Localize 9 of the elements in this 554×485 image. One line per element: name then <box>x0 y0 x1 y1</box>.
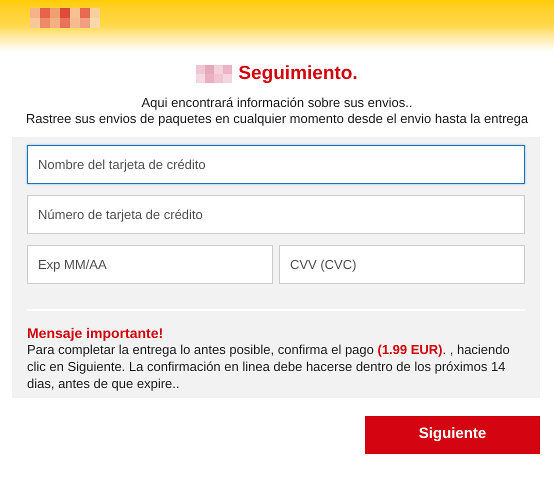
pixelated-logo <box>196 65 232 84</box>
pixelated-logo <box>30 8 100 28</box>
notice-text: Para completar la entrega lo antes posible, confirma el pago (1.99 EUR). , haciendo clic en Siguiente. La confirmación en linea debe hacerse dentro de los próximos 14 dias, antes de que expire.. <box>27 341 511 392</box>
next-button[interactable]: Siguiente <box>365 416 540 454</box>
intro-text: Rastree sus envios de paquetes en cualquier momento desde el envio hasta la entrega <box>26 110 528 126</box>
notice-title: Mensaje importante! <box>27 324 164 340</box>
page-title: Seguimiento. <box>238 62 358 86</box>
intro-text: Aqui encontrará información sobre sus envios.. <box>142 94 412 110</box>
input-field[interactable]: Nombre del tarjeta de crédito <box>27 144 525 184</box>
